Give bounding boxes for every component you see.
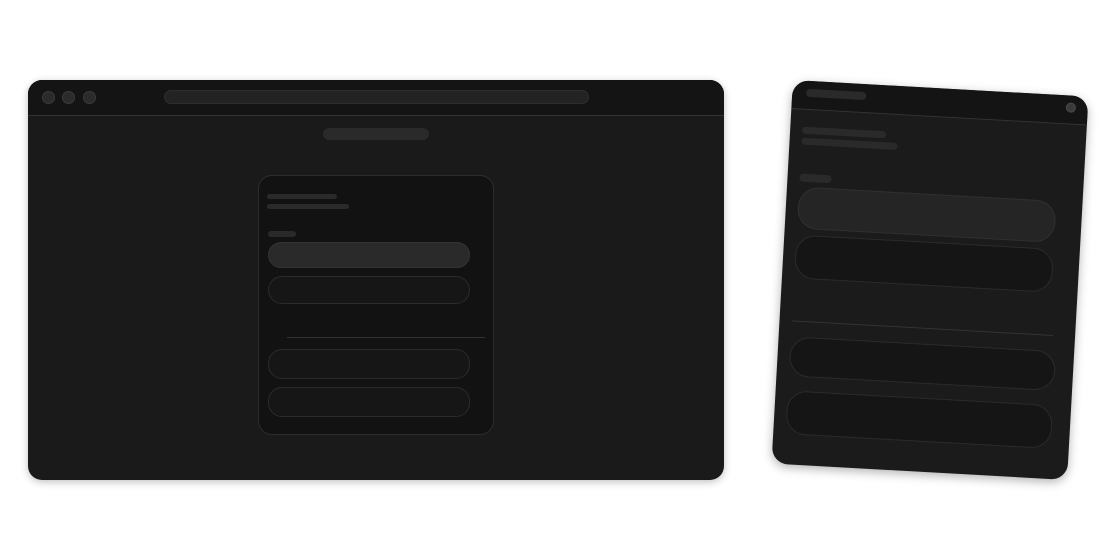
maximize-window-dot-icon[interactable] xyxy=(83,91,96,104)
browser-window xyxy=(28,80,724,480)
camera-icon xyxy=(1065,102,1077,113)
tablet-divider xyxy=(791,320,1054,336)
tablet-section-label xyxy=(799,173,832,184)
tablet-top-bar-title xyxy=(806,88,867,101)
tablet-list-item[interactable] xyxy=(785,390,1054,450)
minimize-window-dot-icon[interactable] xyxy=(62,91,75,104)
card-divider xyxy=(287,337,485,338)
tablet-list-item-selected[interactable] xyxy=(796,186,1057,243)
tablet-heading-line-2 xyxy=(801,137,898,150)
tablet-device xyxy=(771,80,1089,480)
card-list-item[interactable] xyxy=(268,276,470,304)
settings-card xyxy=(258,175,494,435)
card-heading-line-1 xyxy=(267,194,337,199)
address-bar[interactable] xyxy=(164,90,589,104)
close-window-dot-icon[interactable] xyxy=(42,91,55,104)
browser-titlebar xyxy=(28,80,724,116)
tablet-top-bar xyxy=(791,80,1089,126)
card-heading-line-2 xyxy=(267,204,349,209)
card-list-item-selected[interactable] xyxy=(268,242,470,268)
tablet-heading-line-1 xyxy=(801,126,887,139)
card-list-item[interactable] xyxy=(268,387,470,417)
page-title-placeholder xyxy=(323,128,429,140)
card-section-label xyxy=(268,231,296,237)
tablet-list-item[interactable] xyxy=(793,234,1054,293)
tablet-list-item[interactable] xyxy=(788,336,1057,392)
card-list-item[interactable] xyxy=(268,349,470,379)
